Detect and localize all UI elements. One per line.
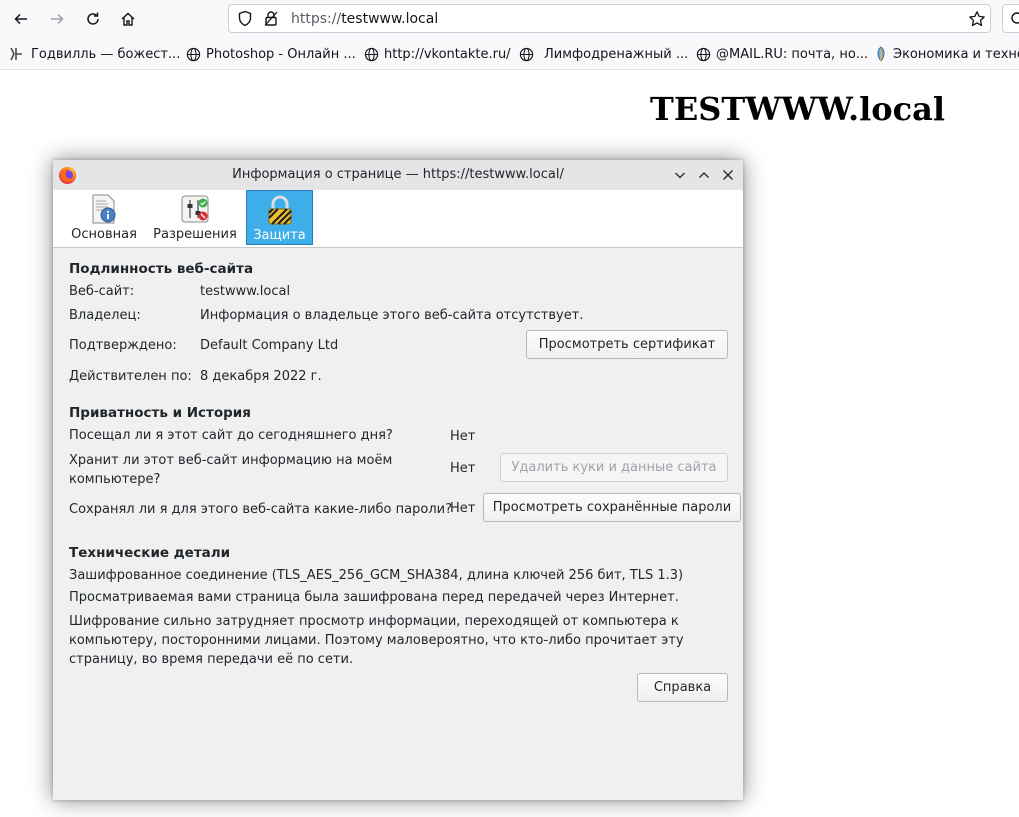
url-scheme: https:// [291, 11, 342, 27]
close-icon [723, 170, 733, 180]
page-heading: TESTWWW.local [650, 90, 945, 128]
tab-permissions[interactable]: Разрешения [151, 190, 239, 245]
search-icon [1011, 12, 1019, 24]
website-value: testwww.local [200, 284, 291, 299]
expires-value: 8 декабря 2022 г. [200, 369, 322, 384]
passwords-question: Сохранял ли я для этого веб-сайта какие-… [69, 502, 452, 517]
expires-label: Действителен по: [69, 369, 192, 384]
owner-label: Владелец: [69, 308, 141, 323]
visited-question: Посещал ли я этот сайт до сегодняшнего д… [69, 428, 393, 443]
bookmarks-toolbar: Годвилль — божест... Photoshop - Онлайн … [0, 37, 1019, 70]
help-button[interactable]: Справка [637, 673, 728, 702]
visited-answer: Нет [450, 429, 476, 444]
back-button[interactable] [8, 6, 34, 32]
globe-icon [186, 47, 201, 61]
bookmark-label: Экономика и техно [893, 46, 1019, 62]
maximize-button[interactable] [695, 166, 713, 184]
chevron-down-icon [675, 172, 685, 179]
bookmark-item[interactable]: Photoshop - Онлайн ... [186, 45, 356, 63]
url-bar[interactable]: https://testwww.local [228, 4, 991, 33]
globe-icon [519, 47, 534, 61]
passwords-answer: Нет [450, 501, 476, 516]
padlock-icon[interactable] [263, 10, 279, 27]
verified-label: Подтверждено: [69, 338, 177, 353]
tab-label: Защита [253, 228, 306, 243]
home-button[interactable] [115, 6, 141, 32]
leaf-icon [877, 46, 885, 62]
permissions-icon [181, 195, 209, 223]
lock-icon [268, 195, 292, 225]
home-icon [121, 12, 135, 26]
tab-label: Разрешения [153, 227, 237, 242]
dialog-tabbar: Основная Разрешения Защита [53, 190, 743, 248]
website-label: Веб-сайт: [69, 284, 135, 299]
reload-button[interactable] [80, 6, 106, 32]
url-host: testwww.local [341, 11, 439, 27]
tab-label: Основная [71, 227, 137, 242]
bookmark-label: Лимфодренажный ... [544, 46, 689, 62]
bookmark-item[interactable]: Лимфодренажный ... [519, 45, 688, 63]
star-icon[interactable] [968, 10, 986, 28]
browser-toolbar: https://testwww.local [0, 0, 1019, 37]
back-arrow-icon [14, 13, 27, 25]
info-page-icon [92, 194, 116, 224]
bookmark-label: Годвилль — божест... [31, 46, 181, 62]
chevron-up-icon [699, 172, 709, 178]
storing-question: Хранит ли этот веб-сайт информацию на мо… [69, 453, 393, 487]
verified-value: Default Company Ltd [200, 338, 339, 353]
bookmark-item[interactable]: Экономика и техно [874, 45, 1019, 63]
bookmark-label: Photoshop - Онлайн ... [206, 46, 356, 62]
bookmark-item[interactable]: @MAIL.RU: почта, но... [696, 45, 868, 63]
minimize-button[interactable] [671, 166, 689, 184]
dialog-titlebar[interactable]: Информация о странице — https://testwww.… [53, 160, 743, 190]
tab-general[interactable]: Основная [67, 190, 141, 245]
url-text[interactable]: https://testwww.local [291, 11, 438, 27]
bookmark-item[interactable]: Годвилль — божест... [8, 45, 180, 63]
view-saved-passwords-button[interactable]: Просмотреть сохранённые пароли [483, 493, 741, 522]
encryption-explanation: Шифрование сильно затрудняет просмотр ин… [69, 614, 684, 667]
bookmark-label: @MAIL.RU: почта, но... [716, 46, 869, 62]
globe-icon [696, 47, 711, 61]
encryption-summary: Просматриваемая вами страница была зашиф… [69, 590, 679, 605]
close-button[interactable] [719, 166, 737, 184]
encryption-details: Зашифрованное соединение (TLS_AES_256_GC… [69, 568, 684, 583]
search-bar[interactable] [1002, 4, 1019, 33]
bookmark-label: http://vkontakte.ru/ [384, 46, 511, 62]
view-certificate-button[interactable]: Просмотреть сертификат [526, 330, 728, 359]
forward-button[interactable] [44, 6, 70, 32]
clear-cookies-button[interactable]: Удалить куки и данные сайта [500, 453, 728, 482]
forward-arrow-icon [51, 13, 64, 25]
dialog-title: Информация о странице — https://testwww.… [232, 167, 564, 182]
storing-answer: Нет [450, 461, 476, 476]
reload-icon [87, 12, 99, 25]
privacy-heading: Приватность и История [69, 405, 251, 421]
godville-icon [10, 47, 22, 61]
page-info-dialog: Информация о странице — https://testwww.… [53, 160, 743, 800]
identity-heading: Подлинность веб-сайта [69, 261, 254, 277]
shield-icon[interactable] [237, 10, 253, 27]
technical-heading: Технические детали [69, 545, 231, 561]
tab-security[interactable]: Защита [246, 190, 313, 245]
owner-value: Информация о владельце этого веб-сайта о… [200, 308, 584, 323]
bookmark-item[interactable]: http://vkontakte.ru/ [364, 45, 511, 63]
globe-icon [364, 47, 379, 61]
